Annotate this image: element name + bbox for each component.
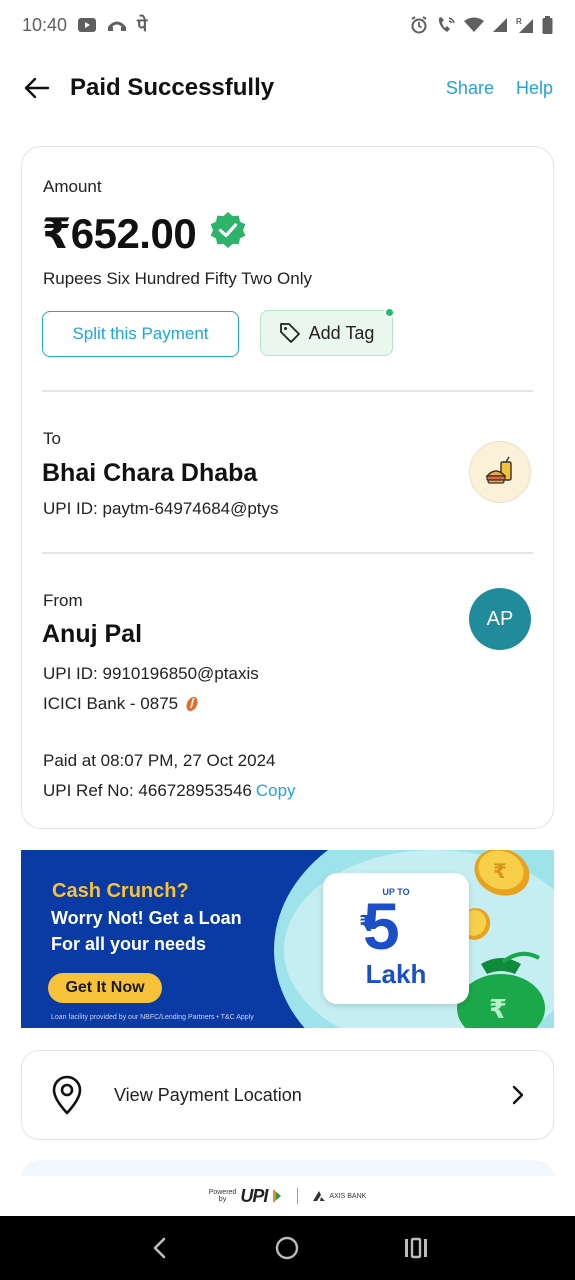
- amount-label: Amount: [43, 177, 102, 196]
- page-title: Paid Successfully: [70, 74, 275, 101]
- axis-bank-logo: AXIS BANK: [312, 1190, 366, 1202]
- banner-disclaimer: Loan facility provided by our NBFC/Lendi…: [51, 1014, 254, 1021]
- loan-amount-card: UP TO ₹ 5 Lakh: [323, 873, 469, 1004]
- payer-bank-label: ICICI Bank - 0875: [43, 694, 179, 713]
- view-payment-location-label: View Payment Location: [114, 1084, 302, 1105]
- upi-logo: UPI: [240, 1185, 268, 1206]
- home-circle-icon: [276, 1236, 299, 1260]
- svg-text:₹: ₹: [493, 859, 507, 883]
- wifi-icon: [464, 17, 484, 33]
- amount-in-words: Rupees Six Hundred Fifty Two Only: [43, 269, 312, 288]
- powered-by-text: Powered by: [208, 1189, 237, 1203]
- food-icon: [485, 456, 512, 484]
- arrow-left-icon: [24, 77, 50, 99]
- upi-ref-number: UPI Ref No: 466728953546: [43, 781, 252, 800]
- recents-icon: [404, 1237, 427, 1259]
- svg-text:₹: ₹: [489, 995, 507, 1025]
- get-it-now-button[interactable]: Get It Now: [48, 973, 162, 1003]
- merchant-avatar: [469, 441, 531, 503]
- chevron-left-icon: [153, 1237, 166, 1259]
- payer-upi-id: UPI ID: 9910196850@ptaxis: [43, 664, 259, 683]
- chevron-right-icon: [512, 1085, 524, 1105]
- amount-row: ₹652.00: [42, 209, 248, 258]
- header-actions: Share Help: [446, 78, 553, 99]
- paid-at-timestamp: Paid at 08:07 PM, 27 Oct 2024: [43, 751, 276, 770]
- youtube-icon: [77, 17, 97, 33]
- divider: [42, 552, 533, 554]
- recipient-name: Bhai Chara Dhaba: [42, 459, 258, 487]
- battery-icon: [542, 16, 553, 34]
- phonepe-icon: पे: [137, 15, 148, 35]
- wifi-calling-icon: [436, 16, 456, 34]
- verified-badge-icon: [208, 211, 248, 256]
- new-indicator-dot: [384, 307, 395, 318]
- alarm-icon: [410, 16, 428, 34]
- status-bar: 10:40 पे R: [0, 0, 575, 50]
- svg-text:R: R: [516, 17, 522, 26]
- loan-amount-number: 5: [363, 889, 400, 963]
- back-button[interactable]: [22, 73, 52, 103]
- upi-ref-row: UPI Ref No: 466728953546 Copy: [43, 781, 296, 801]
- status-right: R: [410, 16, 553, 34]
- add-tag-label: Add Tag: [308, 322, 375, 343]
- add-tag-button[interactable]: Add Tag: [260, 310, 393, 356]
- view-payment-location-button[interactable]: View Payment Location: [21, 1050, 554, 1140]
- loan-promo-banner[interactable]: Cash Crunch? Worry Not! Get a Loan For a…: [21, 850, 554, 1028]
- status-time: 10:40: [22, 14, 68, 35]
- footer-separator: [297, 1188, 299, 1204]
- axis-bank-icon: [313, 1191, 326, 1201]
- powered-by-upi: Powered by UPI: [209, 1186, 284, 1207]
- powered-by-footer: Powered by UPI AXIS BANK: [0, 1176, 575, 1216]
- nav-recents-button[interactable]: [396, 1228, 436, 1268]
- payer-bank: ICICI Bank - 0875: [43, 694, 200, 714]
- to-label: To: [43, 429, 61, 448]
- missed-call-icon: [107, 18, 127, 32]
- gold-coin-icon: ₹: [474, 850, 530, 896]
- nav-home-button[interactable]: [267, 1228, 307, 1268]
- share-link[interactable]: Share: [446, 78, 494, 99]
- amount-value: ₹652.00: [42, 210, 197, 257]
- header: Paid Successfully Share Help: [0, 60, 575, 116]
- split-payment-button[interactable]: Split this Payment: [42, 311, 239, 357]
- payer-avatar: AP: [469, 588, 531, 650]
- tag-icon: [279, 323, 300, 343]
- banner-line-2: For all your needs: [51, 934, 207, 954]
- status-left: 10:40 पे: [22, 13, 147, 37]
- icici-logo-icon: [186, 696, 198, 712]
- divider: [42, 390, 533, 392]
- nav-back-button[interactable]: [139, 1228, 179, 1268]
- payment-details-card: Amount ₹652.00 Rupees Six Hundred Fifty …: [21, 146, 554, 829]
- from-label: From: [43, 591, 83, 610]
- upi-arrow-icon: [273, 1189, 282, 1203]
- location-pin-icon: [52, 1075, 82, 1115]
- copy-ref-button[interactable]: Copy: [256, 781, 296, 800]
- payer-name: Anuj Pal: [42, 620, 143, 648]
- signal-icon: [492, 17, 508, 33]
- banner-title: Cash Crunch?: [52, 880, 189, 902]
- recipient-upi-id: UPI ID: paytm-64974684@ptys: [43, 499, 279, 518]
- banner-line-1: Worry Not! Get a Loan: [51, 908, 242, 928]
- loan-amount-unit: Lakh: [365, 959, 427, 989]
- system-navigation-bar: [0, 1216, 575, 1280]
- axis-bank-label: AXIS BANK: [329, 1192, 367, 1200]
- help-link[interactable]: Help: [516, 78, 553, 99]
- signal-roaming-icon: R: [516, 16, 534, 34]
